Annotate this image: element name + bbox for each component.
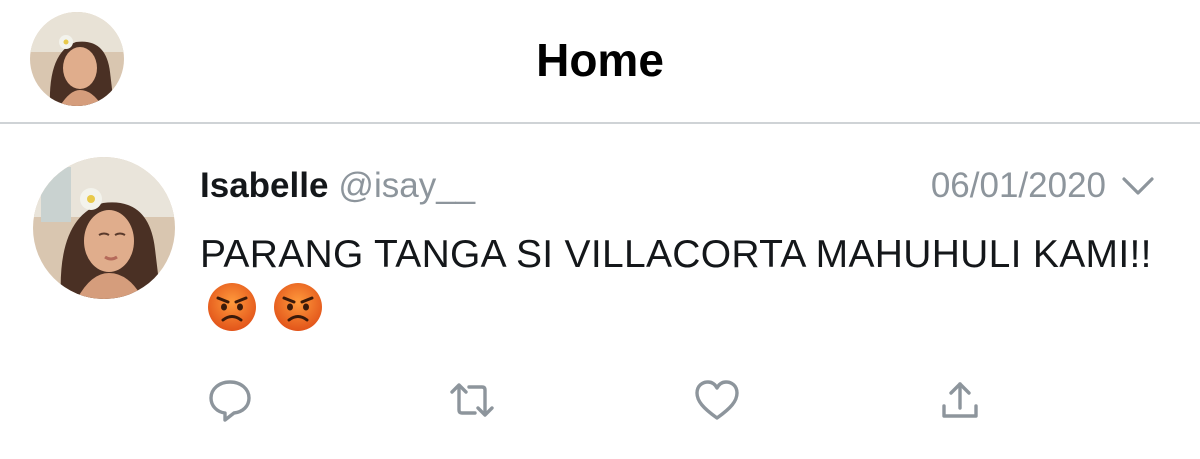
- retweet-icon[interactable]: [448, 376, 496, 424]
- reply-icon[interactable]: [206, 376, 254, 424]
- like-icon[interactable]: [693, 376, 741, 424]
- share-icon[interactable]: [936, 376, 984, 424]
- author-display-name[interactable]: Isabelle: [200, 166, 328, 205]
- top-bar: Home: [0, 0, 1200, 124]
- author-handle[interactable]: @isay__: [338, 166, 475, 205]
- page-title: Home: [536, 34, 664, 86]
- chevron-down-icon[interactable]: [1120, 174, 1156, 198]
- tweet-header: Isabelle @isay__: [200, 163, 475, 209]
- tweet-date: 06/01/2020: [930, 166, 1106, 205]
- angry-face-emoji: [272, 281, 324, 333]
- angry-face-emoji: [206, 281, 258, 333]
- tweet-body: PARANG TANGA SI VILLACORTA MAHUHULI KAMI…: [200, 233, 1152, 276]
- tweet-author-avatar[interactable]: [33, 157, 175, 299]
- tweet-text: PARANG TANGA SI VILLACORTA MAHUHULI KAMI…: [200, 228, 1160, 337]
